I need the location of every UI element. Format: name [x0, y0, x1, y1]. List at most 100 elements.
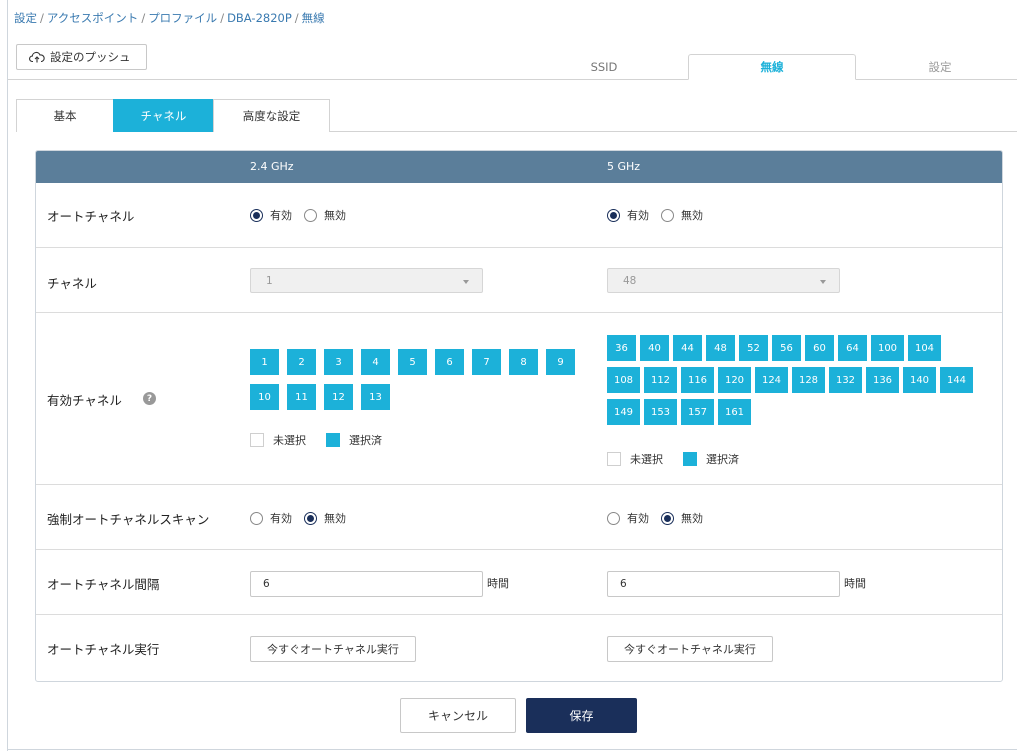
channel-24-chip-5[interactable]: 5 [398, 349, 427, 375]
option-label: 無効 [681, 512, 703, 525]
selected-swatch [683, 452, 697, 466]
channel-5-chip-52[interactable]: 52 [739, 335, 768, 361]
interval-unit-24: 時間 [487, 577, 509, 590]
header-24ghz: 2.4 GHz [250, 160, 294, 173]
channel-5-chip-108[interactable]: 108 [607, 367, 640, 393]
interval-unit-5: 時間 [844, 577, 866, 590]
channel-select-5[interactable]: 48 [607, 268, 840, 293]
channel-5-chip-153[interactable]: 153 [644, 399, 677, 425]
subtab-basic[interactable]: 基本 [16, 99, 114, 132]
interval-input-24[interactable]: 6 [250, 571, 483, 597]
channel-24-chip-4[interactable]: 4 [361, 349, 390, 375]
channel-5-chip-128[interactable]: 128 [792, 367, 825, 393]
channel-5-chip-124[interactable]: 124 [755, 367, 788, 393]
channel-5-chip-104[interactable]: 104 [908, 335, 941, 361]
label-auto-channel: オートチャネル [47, 209, 135, 224]
channel-24-chip-3[interactable]: 3 [324, 349, 353, 375]
subtab-advanced[interactable]: 高度な設定 [213, 99, 330, 132]
chevron-down-icon [820, 280, 826, 284]
tab-settings[interactable]: 設定 [856, 54, 1017, 80]
option-label: 無効 [324, 512, 346, 525]
channel-5-chip-149[interactable]: 149 [607, 399, 640, 425]
selected-swatch [326, 433, 340, 447]
channel-24-chip-7[interactable]: 7 [472, 349, 501, 375]
chevron-down-icon [463, 280, 469, 284]
legend-unselected-label: 未選択 [630, 453, 663, 466]
force-scan-5-group: 有効 無効 [607, 510, 715, 526]
channel-5-chip-112[interactable]: 112 [644, 367, 677, 393]
channel-24-chip-12[interactable]: 12 [324, 384, 353, 410]
tab-radio[interactable]: 無線 [688, 54, 856, 80]
breadcrumb-profile[interactable]: プロファイル [148, 11, 217, 25]
auto-channel-24-off[interactable]: 無効 [304, 207, 346, 223]
channel-5-chip-100[interactable]: 100 [871, 335, 904, 361]
run-auto-channel-24-button[interactable]: 今すぐオートチャネル実行 [250, 636, 416, 662]
channel-5-chip-140[interactable]: 140 [903, 367, 936, 393]
channel-5-chip-60[interactable]: 60 [805, 335, 834, 361]
force-scan-24-off[interactable]: 無効 [304, 510, 346, 526]
force-scan-5-off[interactable]: 無効 [661, 510, 703, 526]
channel-24-chip-11[interactable]: 11 [287, 384, 316, 410]
channel-select-24-value: 1 [266, 274, 273, 287]
auto-channel-5-group: 有効 無効 [607, 207, 715, 223]
channel-5-chip-116[interactable]: 116 [681, 367, 714, 393]
frame-bottom-border [7, 749, 1017, 750]
run-auto-channel-5-button[interactable]: 今すぐオートチャネル実行 [607, 636, 773, 662]
channel-5-chip-40[interactable]: 40 [640, 335, 669, 361]
row-divider [36, 247, 1002, 248]
channel-24-chip-13[interactable]: 13 [361, 384, 390, 410]
force-scan-24-on[interactable]: 有効 [250, 510, 292, 526]
cancel-button[interactable]: キャンセル [400, 698, 516, 733]
auto-channel-24-on[interactable]: 有効 [250, 207, 292, 223]
channel-5-chip-44[interactable]: 44 [673, 335, 702, 361]
save-button[interactable]: 保存 [526, 698, 637, 733]
legend-unselected-label: 未選択 [273, 434, 306, 447]
channel-5-chip-132[interactable]: 132 [829, 367, 862, 393]
option-label: 有効 [627, 209, 649, 222]
breadcrumb-device[interactable]: DBA-2820P [227, 11, 292, 25]
label-force-scan: 強制オートチャネルスキャン [47, 512, 210, 527]
label-run: オートチャネル実行 [47, 642, 160, 657]
channel-5-chip-48[interactable]: 48 [706, 335, 735, 361]
channel-5-chip-64[interactable]: 64 [838, 335, 867, 361]
row-divider [36, 484, 1002, 485]
channel-5-chip-120[interactable]: 120 [718, 367, 751, 393]
channel-5-chip-36[interactable]: 36 [607, 335, 636, 361]
channel-5-chip-56[interactable]: 56 [772, 335, 801, 361]
channel-24-chip-1[interactable]: 1 [250, 349, 279, 375]
radio-on-icon [607, 208, 620, 222]
channel-5-chip-157[interactable]: 157 [681, 399, 714, 425]
channel-5-chip-161[interactable]: 161 [718, 399, 751, 425]
radio-on-icon [250, 208, 263, 222]
push-settings-button[interactable]: 設定のプッシュ [16, 44, 147, 70]
interval-input-5[interactable]: 6 [607, 571, 840, 597]
label-enabled-channels: 有効チャネル [47, 393, 122, 408]
tab-ssid[interactable]: SSID [520, 54, 688, 80]
breadcrumb: 設定 / アクセスポイント / プロファイル / DBA-2820P / 無線 [14, 11, 325, 25]
channel-5-chip-136[interactable]: 136 [866, 367, 899, 393]
auto-channel-5-on[interactable]: 有効 [607, 207, 649, 223]
channel-24-chip-2[interactable]: 2 [287, 349, 316, 375]
legend-selected-label: 選択済 [349, 434, 382, 447]
breadcrumb-access-point[interactable]: アクセスポイント [47, 11, 138, 25]
header-5ghz: 5 GHz [607, 160, 641, 173]
channel-24-chip-10[interactable]: 10 [250, 384, 279, 410]
legend-24: 未選択 選択済 [250, 432, 402, 448]
help-icon[interactable]: ? [143, 392, 156, 405]
channel-5-chip-144[interactable]: 144 [940, 367, 973, 393]
frame-left-border [7, 0, 8, 751]
radio-off-icon [304, 208, 317, 222]
radio-on-icon [661, 511, 674, 525]
subtab-channel[interactable]: チャネル [113, 99, 214, 132]
breadcrumb-settings[interactable]: 設定 [14, 11, 37, 25]
panel-header: 2.4 GHz 5 GHz [36, 151, 1002, 183]
channel-24-chip-9[interactable]: 9 [546, 349, 575, 375]
channel-24-chip-6[interactable]: 6 [435, 349, 464, 375]
push-settings-label: 設定のプッシュ [50, 50, 131, 64]
radio-off-icon [661, 208, 674, 222]
channel-24-chip-8[interactable]: 8 [509, 349, 538, 375]
channel-select-24[interactable]: 1 [250, 268, 483, 293]
auto-channel-5-off[interactable]: 無効 [661, 207, 703, 223]
force-scan-24-group: 有効 無効 [250, 510, 358, 526]
force-scan-5-on[interactable]: 有効 [607, 510, 649, 526]
